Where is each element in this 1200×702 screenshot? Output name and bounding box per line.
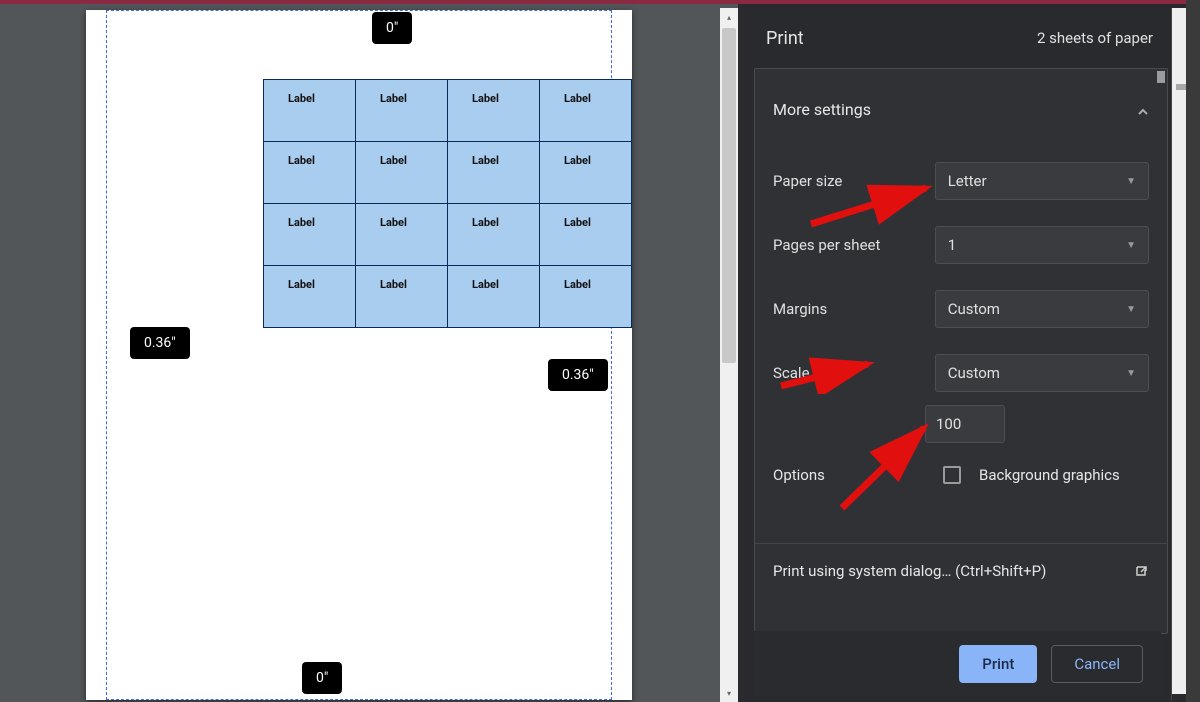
scroll-up-icon[interactable]: ▴ xyxy=(720,8,738,26)
print-button[interactable]: Print xyxy=(959,645,1037,683)
paper-size-label: Paper size xyxy=(773,172,935,190)
paper-size-select[interactable]: Letter ▼ xyxy=(935,162,1149,200)
label-cell: Label xyxy=(540,80,632,142)
preview-scrollbar[interactable]: ▴ ▾ xyxy=(720,8,738,702)
scale-row: Scale Custom ▼ xyxy=(755,341,1167,405)
sheet-count: 2 sheets of paper xyxy=(1037,29,1153,47)
panel-footer: Print Cancel xyxy=(754,631,1161,697)
settings-scroll-area: More settings Paper size Letter ▼ Pages … xyxy=(754,68,1168,634)
scroll-up-arrow-icon[interactable] xyxy=(1176,84,1186,90)
print-preview-pane: Label Label Label Label Label Label Labe… xyxy=(0,0,738,702)
scale-select[interactable]: Custom ▼ xyxy=(935,354,1149,392)
margins-select[interactable]: Custom ▼ xyxy=(935,290,1149,328)
options-row: Options Background graphics xyxy=(755,443,1167,507)
outer-scroll-edge xyxy=(1172,8,1186,694)
background-graphics-label: Background graphics xyxy=(979,466,1120,484)
more-settings-label: More settings xyxy=(773,100,871,119)
label-cell: Label xyxy=(448,204,540,266)
label-cell: Label xyxy=(356,80,448,142)
margin-right-handle[interactable]: 0.36" xyxy=(548,359,608,391)
label-cell: Label xyxy=(540,142,632,204)
margins-value: Custom xyxy=(948,300,1000,318)
pages-per-sheet-label: Pages per sheet xyxy=(773,236,935,254)
label-cell: Label xyxy=(448,80,540,142)
caret-down-icon: ▼ xyxy=(1126,240,1136,251)
scale-value: Custom xyxy=(948,364,1000,382)
chevron-up-icon xyxy=(1137,103,1149,115)
pages-per-sheet-row: Pages per sheet 1 ▼ xyxy=(755,213,1167,277)
table-row: Label Label Label Label xyxy=(264,80,632,142)
pages-per-sheet-value: 1 xyxy=(948,236,956,254)
caret-down-icon: ▼ xyxy=(1126,304,1136,315)
pages-per-sheet-select[interactable]: 1 ▼ xyxy=(935,226,1149,264)
caret-down-icon: ▼ xyxy=(1126,368,1136,379)
label-cell: Label xyxy=(264,80,356,142)
label-cell: Label xyxy=(540,204,632,266)
margins-row: Margins Custom ▼ xyxy=(755,277,1167,341)
margin-bottom-handle[interactable]: 0" xyxy=(302,662,342,694)
label-cell: Label xyxy=(448,266,540,328)
scale-label: Scale xyxy=(773,364,935,382)
caret-down-icon: ▼ xyxy=(1126,176,1136,187)
print-panel: Print 2 sheets of paper More settings Pa… xyxy=(738,0,1186,702)
paper-size-row: Paper size Letter ▼ xyxy=(755,149,1167,213)
panel-header: Print 2 sheets of paper xyxy=(748,8,1171,68)
label-cell: Label xyxy=(264,142,356,204)
scroll-down-icon[interactable]: ▾ xyxy=(720,684,738,702)
label-cell: Label xyxy=(356,266,448,328)
settings-scroll-thumb[interactable] xyxy=(1157,71,1165,83)
table-row: Label Label Label Label xyxy=(264,142,632,204)
scroll-thumb[interactable] xyxy=(722,28,736,363)
margin-top-handle[interactable]: 0" xyxy=(372,12,412,44)
system-dialog-label: Print using system dialog… (Ctrl+Shift+P… xyxy=(773,562,1046,580)
margins-label: Margins xyxy=(773,300,935,318)
options-label: Options xyxy=(773,466,943,484)
label-cell: Label xyxy=(448,142,540,204)
table-row: Label Label Label Label xyxy=(264,266,632,328)
panel-title: Print xyxy=(766,28,804,49)
label-cell: Label xyxy=(356,142,448,204)
label-cell: Label xyxy=(264,204,356,266)
external-link-icon xyxy=(1133,563,1149,579)
cancel-button[interactable]: Cancel xyxy=(1051,645,1143,683)
label-cell: Label xyxy=(356,204,448,266)
label-grid: Label Label Label Label Label Label Labe… xyxy=(263,79,632,328)
label-cell: Label xyxy=(540,266,632,328)
system-dialog-link[interactable]: Print using system dialog… (Ctrl+Shift+P… xyxy=(755,543,1167,597)
more-settings-toggle[interactable]: More settings xyxy=(755,69,1167,149)
background-graphics-checkbox[interactable] xyxy=(943,466,961,484)
table-row: Label Label Label Label xyxy=(264,204,632,266)
paper-size-value: Letter xyxy=(948,172,987,190)
margin-left-handle[interactable]: 0.36" xyxy=(130,327,190,359)
scale-number-input[interactable]: 100 xyxy=(925,405,1005,443)
scale-number-value: 100 xyxy=(936,415,961,433)
label-cell: Label xyxy=(264,266,356,328)
